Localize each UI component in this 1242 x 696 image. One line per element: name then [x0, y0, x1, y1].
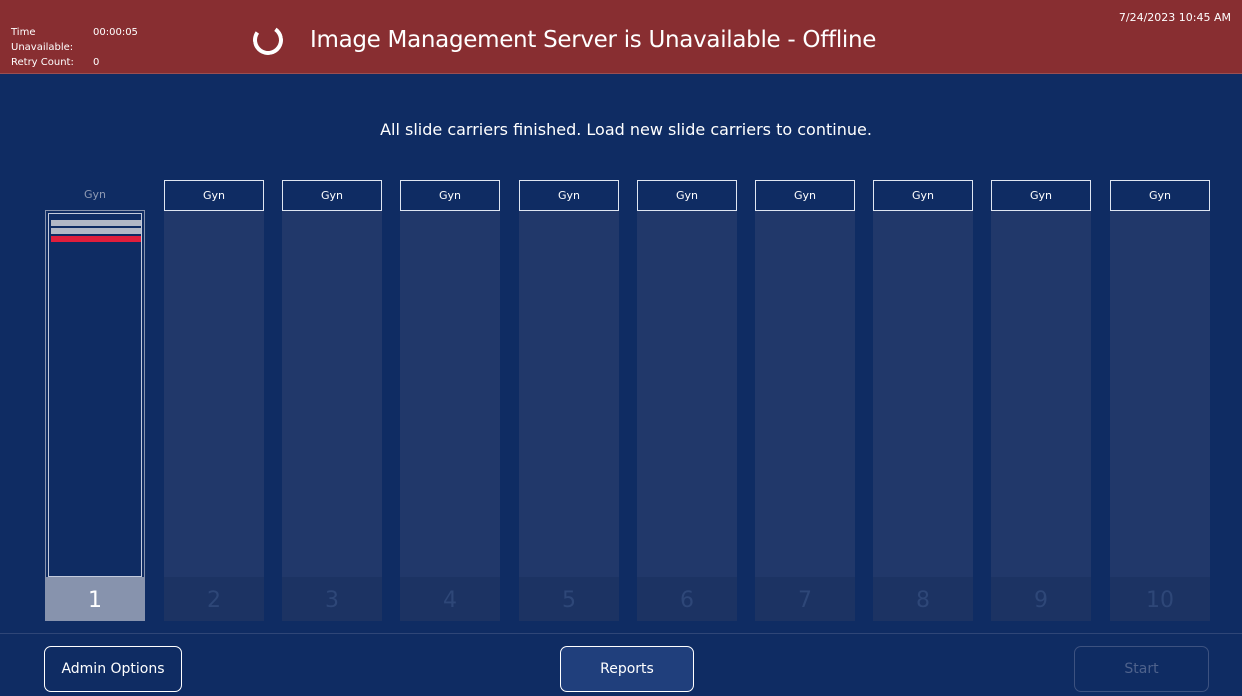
- carrier-label: Gyn: [164, 180, 264, 211]
- carrier-slot-5[interactable]: Gyn 5: [519, 180, 619, 621]
- time-unavailable-value: 00:00:05: [93, 27, 138, 38]
- offline-banner: Time Unavailable: 00:00:05 Retry Count: …: [0, 0, 1242, 74]
- carrier-label: Gyn: [873, 180, 973, 211]
- carrier-label: Gyn: [400, 180, 500, 211]
- carrier-slot-6[interactable]: Gyn 6: [637, 180, 737, 621]
- carrier-number: 9: [991, 577, 1091, 621]
- carrier-label: Gyn: [1110, 180, 1210, 211]
- carrier-slot-10[interactable]: Gyn 10: [1110, 180, 1210, 621]
- slide-processed: [51, 228, 141, 234]
- carrier-slot-2[interactable]: Gyn 2: [164, 180, 264, 621]
- slide-processed: [51, 220, 141, 226]
- connection-stats: Time Unavailable: 00:00:05 Retry Count: …: [11, 25, 138, 70]
- carrier-number: 3: [282, 577, 382, 621]
- carrier-slides: [400, 211, 500, 577]
- carrier-slides: [519, 211, 619, 577]
- start-button[interactable]: Start: [1074, 646, 1209, 692]
- carrier-slides: [873, 211, 973, 577]
- carrier-slides: [48, 213, 142, 577]
- carrier-slides: [637, 211, 737, 577]
- slide-error: [51, 236, 141, 242]
- reports-button[interactable]: Reports: [560, 646, 694, 692]
- carrier-label: Gyn: [991, 180, 1091, 211]
- footer-divider: [0, 633, 1242, 634]
- carrier-number: 6: [637, 577, 737, 621]
- carrier-slot-9[interactable]: Gyn 9: [991, 180, 1091, 621]
- carrier-label: Gyn: [755, 180, 855, 211]
- carrier-slides: [1110, 211, 1210, 577]
- time-unavailable-label: Time Unavailable:: [11, 27, 74, 53]
- carrier-number: 1: [45, 577, 145, 621]
- carrier-number: 10: [1110, 577, 1210, 621]
- carrier-slot-8[interactable]: Gyn 8: [873, 180, 973, 621]
- carrier-label: Gyn: [519, 180, 619, 211]
- loading-spinner-icon: [250, 22, 286, 58]
- carrier-slot-7[interactable]: Gyn 7: [755, 180, 855, 621]
- carrier-label: Gyn: [282, 180, 382, 211]
- datetime-display: 7/24/2023 10:45 AM: [1118, 11, 1231, 24]
- carrier-label: Gyn: [45, 180, 145, 211]
- carrier-slides: [164, 211, 264, 577]
- carrier-slot-1[interactable]: Gyn 1: [45, 180, 145, 621]
- carrier-number: 2: [164, 577, 264, 621]
- admin-options-button[interactable]: Admin Options: [44, 646, 182, 692]
- carrier-slides: [991, 211, 1091, 577]
- status-message: All slide carriers finished. Load new sl…: [380, 120, 872, 139]
- banner-title: Image Management Server is Unavailable -…: [310, 27, 877, 53]
- carrier-slides: [282, 211, 382, 577]
- carrier-number: 4: [400, 577, 500, 621]
- carrier-slides: [755, 211, 855, 577]
- retry-count-label: Retry Count:: [11, 57, 74, 68]
- carrier-slot-4[interactable]: Gyn 4: [400, 180, 500, 621]
- carrier-number: 5: [519, 577, 619, 621]
- carrier-number: 8: [873, 577, 973, 621]
- retry-count-value: 0: [93, 57, 100, 68]
- carrier-number: 7: [755, 577, 855, 621]
- carrier-label: Gyn: [637, 180, 737, 211]
- carrier-slot-3[interactable]: Gyn 3: [282, 180, 382, 621]
